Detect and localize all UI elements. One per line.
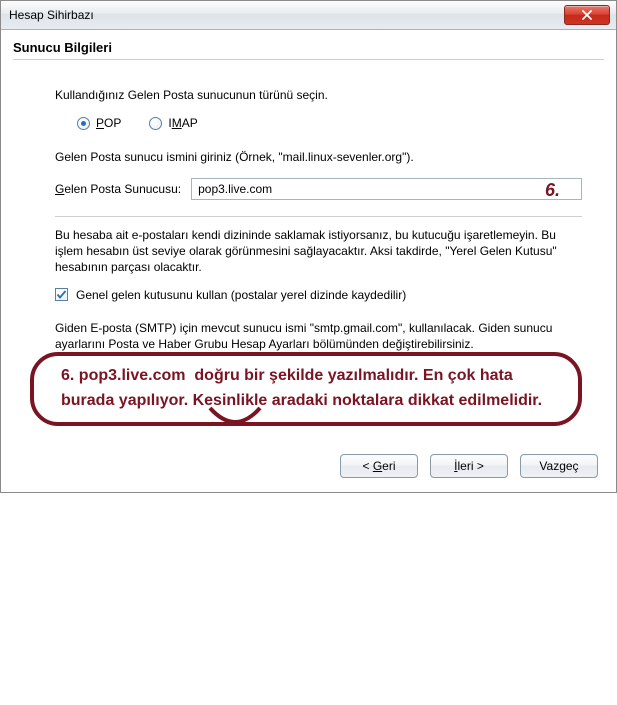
global-inbox-row: Genel gelen kutusunu kullan (postalar ye… xyxy=(55,288,582,302)
window-title: Hesap Sihirbazı xyxy=(9,8,564,22)
check-icon xyxy=(56,289,67,300)
radio-pop[interactable]: POP xyxy=(77,116,121,130)
divider xyxy=(55,216,582,217)
global-inbox-checkbox[interactable] xyxy=(55,288,68,301)
storage-note: Bu hesaba ait e-postaları kendi dizinind… xyxy=(55,227,582,276)
account-wizard-window: Hesap Sihirbazı Sunucu Bilgileri Kulland… xyxy=(0,0,617,493)
annotation-text: 6. pop3.live.com doğru bir şekilde yazıl… xyxy=(55,364,582,414)
wizard-footer: < Geri İleri > Vazgeç xyxy=(13,454,604,480)
radio-imap-label: IMAP xyxy=(168,116,197,130)
incoming-server-label: Gelen Posta Sunucusu: xyxy=(55,182,181,196)
cancel-button[interactable]: Vazgeç xyxy=(520,454,598,478)
radio-indicator xyxy=(77,117,90,130)
server-example-text: Gelen Posta sunucu ismini giriniz (Örnek… xyxy=(55,150,582,164)
protocol-radio-group: POP IMAP xyxy=(77,116,582,130)
protocol-instruction: Kullandığınız Gelen Posta sunucunun türü… xyxy=(55,88,582,102)
back-button-label: < Geri xyxy=(362,459,395,473)
smtp-note: Giden E-posta (SMTP) için mevcut sunucu … xyxy=(55,320,582,352)
close-icon xyxy=(581,10,593,20)
annotation-callout: 6. pop3.live.com doğru bir şekilde yazıl… xyxy=(55,364,582,414)
radio-pop-label: POP xyxy=(96,116,121,130)
incoming-server-input[interactable] xyxy=(191,178,582,200)
wizard-content: Sunucu Bilgileri Kullandığınız Gelen Pos… xyxy=(1,30,616,492)
cancel-button-label: Vazgeç xyxy=(539,459,578,473)
next-button[interactable]: İleri > xyxy=(430,454,508,478)
incoming-server-row: Gelen Posta Sunucusu: 6. xyxy=(55,178,582,200)
back-button[interactable]: < Geri xyxy=(340,454,418,478)
next-button-label: İleri > xyxy=(454,459,484,473)
close-button[interactable] xyxy=(564,5,610,25)
radio-indicator xyxy=(149,117,162,130)
section-title: Sunucu Bilgileri xyxy=(13,40,604,55)
form-area: Kullandığınız Gelen Posta sunucunun türü… xyxy=(13,88,604,414)
global-inbox-label: Genel gelen kutusunu kullan (postalar ye… xyxy=(76,288,406,302)
radio-imap[interactable]: IMAP xyxy=(149,116,197,130)
titlebar: Hesap Sihirbazı xyxy=(1,1,616,30)
divider xyxy=(13,59,604,60)
